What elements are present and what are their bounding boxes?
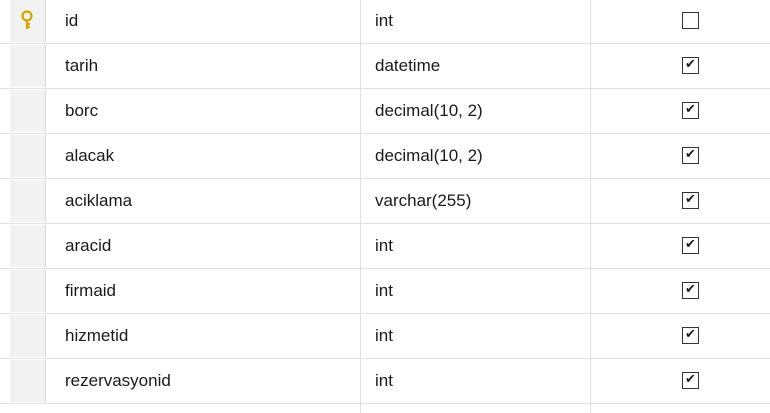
table-row[interactable]: id int [0, 0, 770, 44]
row-selector[interactable] [10, 315, 46, 357]
allow-nulls-checkbox[interactable]: ✔ [682, 147, 699, 164]
checkmark-icon: ✔ [685, 237, 696, 252]
column-name-cell[interactable]: firmaid [65, 269, 116, 313]
checkmark-icon: ✔ [685, 147, 696, 162]
table-row[interactable]: aciklama varchar(255) ✔ [0, 179, 770, 224]
column-name-cell[interactable]: hizmetid [65, 314, 128, 358]
row-selector[interactable] [10, 180, 46, 222]
data-type-cell[interactable]: int [375, 0, 393, 43]
row-selector[interactable] [10, 360, 46, 402]
data-type-cell[interactable]: varchar(255) [375, 179, 471, 223]
column-name-cell[interactable]: aracid [65, 224, 111, 268]
row-selector[interactable] [10, 45, 46, 87]
row-selector[interactable] [10, 90, 46, 132]
column-name-cell[interactable]: borc [65, 89, 98, 133]
table-row[interactable]: rezervasyonid int ✔ [0, 359, 770, 404]
table-row[interactable]: alacak decimal(10, 2) ✔ [0, 134, 770, 179]
data-type-cell[interactable]: int [375, 359, 393, 403]
data-type-cell[interactable]: int [375, 224, 393, 268]
table-row[interactable]: aracid int ✔ [0, 224, 770, 269]
table-row[interactable]: firmaid int ✔ [0, 269, 770, 314]
column-name-cell[interactable]: id [65, 0, 78, 43]
row-selector[interactable] [10, 135, 46, 177]
table-row[interactable]: borc decimal(10, 2) ✔ [0, 89, 770, 134]
allow-nulls-checkbox[interactable]: ✔ [682, 102, 699, 119]
primary-key-icon [21, 10, 33, 29]
column-name-cell[interactable]: alacak [65, 134, 114, 178]
table-row[interactable]: tarih datetime ✔ [0, 44, 770, 89]
row-selector[interactable] [10, 270, 46, 312]
data-type-cell[interactable]: datetime [375, 44, 440, 88]
allow-nulls-checkbox[interactable]: ✔ [682, 57, 699, 74]
checkmark-icon: ✔ [685, 372, 696, 387]
checkmark-icon: ✔ [685, 327, 696, 342]
data-type-cell[interactable]: int [375, 269, 393, 313]
allow-nulls-checkbox[interactable]: ✔ [682, 327, 699, 344]
column-name-cell[interactable]: rezervasyonid [65, 359, 171, 403]
allow-nulls-checkbox[interactable] [682, 12, 699, 29]
checkmark-icon: ✔ [685, 102, 696, 117]
row-selector[interactable] [10, 225, 46, 267]
data-type-cell[interactable]: int [375, 314, 393, 358]
checkmark-icon: ✔ [685, 57, 696, 72]
checkmark-icon: ✔ [685, 282, 696, 297]
table-row[interactable]: hizmetid int ✔ [0, 314, 770, 359]
checkmark-icon: ✔ [685, 192, 696, 207]
allow-nulls-checkbox[interactable]: ✔ [682, 372, 699, 389]
column-name-cell[interactable]: aciklama [65, 179, 132, 223]
allow-nulls-checkbox[interactable]: ✔ [682, 282, 699, 299]
allow-nulls-checkbox[interactable]: ✔ [682, 237, 699, 254]
data-type-cell[interactable]: decimal(10, 2) [375, 89, 483, 133]
column-name-cell[interactable]: tarih [65, 44, 98, 88]
data-type-cell[interactable]: decimal(10, 2) [375, 134, 483, 178]
allow-nulls-checkbox[interactable]: ✔ [682, 192, 699, 209]
table-columns-grid: id int tarih datetime ✔ borc decimal(10, 2) ✔ al… [0, 0, 770, 413]
